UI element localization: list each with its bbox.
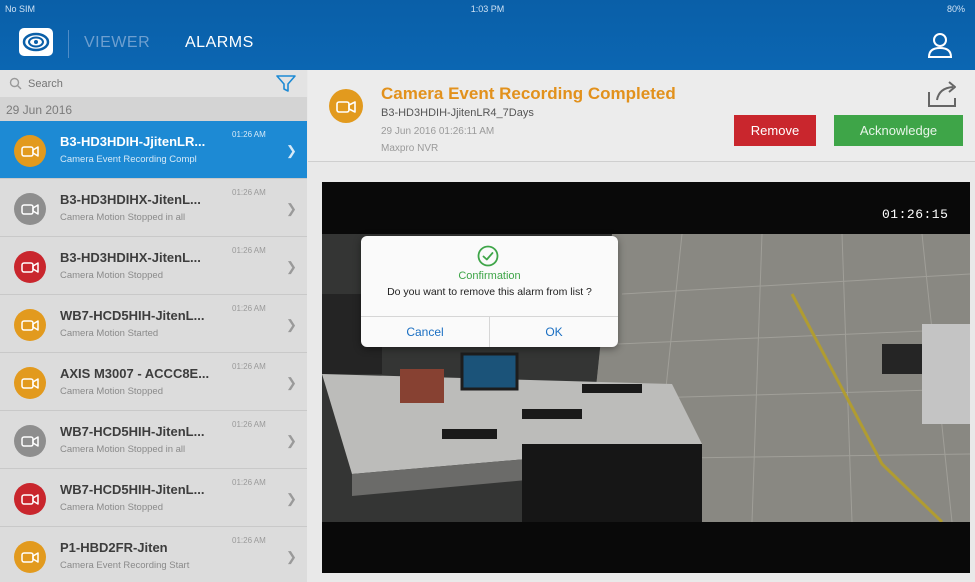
alarm-list-item[interactable]: B3-HD3HDIHX-JitenL... Camera Motion Stopp… (0, 179, 307, 237)
chevron-right-icon: ❯ (286, 549, 297, 564)
search-bar (0, 70, 307, 97)
alarm-list-item[interactable]: WB7-HCD5HIH-JitenL... Camera Motion Stopp… (0, 469, 307, 527)
chevron-right-icon: ❯ (286, 143, 297, 158)
camera-icon (14, 193, 46, 225)
alarm-item-subtitle: Camera Motion Stopped in all (60, 212, 186, 223)
camera-icon (14, 483, 46, 515)
alarm-item-title: B3-HD3HDIHX-JitenL... (60, 192, 201, 207)
clock-label: 1:03 PM (470, 4, 505, 14)
camera-icon (14, 309, 46, 341)
alarm-item-subtitle: Camera Event Recording Start (60, 560, 190, 571)
chevron-right-icon: ❯ (286, 375, 297, 390)
alarm-list-item[interactable]: B3-HD3HDIHX-JitenL... Camera Motion Stopp… (0, 237, 307, 295)
search-input[interactable] (28, 75, 258, 92)
camera-name: B3-HD3HDIH-JjitenLR4_7Days (381, 107, 534, 119)
confirmation-dialog: Confirmation Do you want to remove this … (361, 236, 618, 347)
app-header: No SIM 1:03 PM 80% VIEWER ALARMS (0, 0, 975, 70)
camera-icon (14, 135, 46, 167)
alarm-item-title: B3-HD3HDIHX-JitenL... (60, 250, 201, 265)
alarm-item-subtitle: Camera Event Recording Compl (60, 154, 197, 165)
alarm-item-title: P1-HBD2FR-Jiten (60, 540, 168, 555)
remove-button[interactable]: Remove (734, 115, 816, 146)
camera-icon (14, 541, 46, 573)
chevron-right-icon: ❯ (286, 201, 297, 216)
alarm-datetime: 29 Jun 2016 01:26:11 AM (381, 126, 495, 137)
check-circle-icon (477, 245, 499, 267)
alarm-item-time: 01:26 AM (232, 304, 266, 313)
chevron-right-icon: ❯ (286, 259, 297, 274)
alarm-item-title: WB7-HCD5HIH-JitenL... (60, 308, 205, 323)
alarm-title: Camera Event Recording Completed (381, 84, 676, 103)
acknowledge-button[interactable]: Acknowledge (834, 115, 963, 146)
alarm-item-time: 01:26 AM (232, 130, 266, 139)
alarm-item-time: 01:26 AM (232, 536, 266, 545)
ok-button[interactable]: OK (490, 317, 618, 347)
alarm-item-title: AXIS M3007 - ACCC8E... (60, 366, 210, 381)
alarm-detail-header: Camera Event Recording Completed B3-HD3H… (308, 70, 975, 162)
chevron-right-icon: ❯ (286, 491, 297, 506)
alarm-item-subtitle: Camera Motion Stopped in all (60, 444, 186, 455)
dialog-message: Do you want to remove this alarm from li… (387, 286, 592, 298)
alarm-list-item[interactable]: B3-HD3HDIH-JjitenLR... Camera Event Recor… (0, 121, 307, 179)
alarm-list-panel: 29 Jun 2016 B3-HD3HDIH-JjitenLR... Camera… (0, 70, 307, 582)
list-date-header: 29 Jun 2016 (0, 97, 307, 121)
chevron-right-icon: ❯ (286, 317, 297, 332)
filter-icon[interactable] (276, 75, 296, 93)
alarm-item-time: 01:26 AM (232, 188, 266, 197)
alarm-item-subtitle: Camera Motion Stopped (60, 502, 163, 513)
battery-label: 80% (946, 4, 965, 14)
alarm-item-title: WB7-HCD5HIH-JitenL... (60, 424, 205, 439)
alarm-list: B3-HD3HDIH-JjitenLR... Camera Event Recor… (0, 121, 307, 582)
alarm-source: Maxpro NVR (381, 143, 439, 154)
alarm-list-item[interactable]: WB7-HCD5HIH-JitenL... Camera Motion Start… (0, 295, 307, 353)
alarm-item-subtitle: Camera Motion Stopped (60, 386, 163, 397)
alarm-item-subtitle: Camera Motion Started (60, 328, 159, 339)
app-logo-icon (19, 28, 53, 56)
chevron-right-icon: ❯ (286, 433, 297, 448)
alarm-list-item[interactable]: P1-HBD2FR-Jiten Camera Event Recording St… (0, 527, 307, 582)
alarm-item-time: 01:26 AM (232, 246, 266, 255)
user-icon[interactable] (926, 31, 954, 59)
alarm-item-title: WB7-HCD5HIH-JitenL... (60, 482, 205, 497)
alarm-list-item[interactable]: AXIS M3007 - ACCC8E... Camera Motion Stop… (0, 353, 307, 411)
alarm-item-subtitle: Camera Motion Stopped (60, 270, 163, 281)
search-icon (9, 77, 22, 90)
alarm-list-item[interactable]: WB7-HCD5HIH-JitenL... Camera Motion Stopp… (0, 411, 307, 469)
video-timestamp: 01:26:15 (882, 207, 949, 222)
tab-viewer[interactable]: VIEWER (84, 34, 150, 52)
camera-event-icon (329, 89, 363, 123)
camera-icon (14, 367, 46, 399)
share-icon[interactable] (925, 78, 961, 110)
camera-icon (14, 251, 46, 283)
dialog-title: Confirmation (458, 270, 521, 282)
alarm-item-time: 01:26 AM (232, 478, 266, 487)
status-bar: No SIM 1:03 PM 80% (0, 0, 975, 18)
dialog-actions: Cancel OK (361, 316, 618, 347)
camera-icon (14, 425, 46, 457)
alarm-item-time: 01:26 AM (232, 362, 266, 371)
alarm-item-title: B3-HD3HDIH-JjitenLR... (60, 134, 206, 149)
header-divider (68, 30, 69, 58)
alarm-item-time: 01:26 AM (232, 420, 266, 429)
tab-alarms[interactable]: ALARMS (185, 34, 254, 52)
cancel-button[interactable]: Cancel (361, 317, 490, 347)
